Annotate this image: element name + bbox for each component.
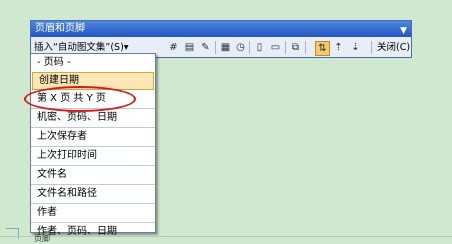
insert-page-number-icon[interactable]: #: [167, 41, 180, 54]
insert-page-count-icon[interactable]: ▤: [183, 41, 196, 54]
toolbar-options-icon[interactable]: ▼: [400, 23, 407, 39]
toolbar-separator: [371, 41, 372, 54]
insert-date-icon[interactable]: ▦: [219, 41, 232, 54]
toolbar-separator: [285, 41, 286, 54]
insert-time-icon[interactable]: ◷: [234, 41, 247, 54]
show-document-text-icon[interactable]: ▭: [269, 41, 282, 54]
footer-boundary-line: [0, 236, 452, 237]
show-previous-icon[interactable]: ⇡: [332, 41, 345, 54]
switch-header-footer-icon[interactable]: ⇅: [315, 41, 330, 56]
show-next-icon[interactable]: ⇣: [349, 41, 362, 54]
format-page-number-icon[interactable]: ✎: [199, 41, 212, 54]
toolbar-titlebar[interactable]: 页眉和页脚 ▼: [31, 21, 411, 37]
page-corner-mark: [6, 228, 19, 239]
menu-item-filename-path[interactable]: 文件名和路径: [31, 185, 155, 204]
toolbar-separator: [215, 41, 216, 54]
same-as-previous-icon[interactable]: ⧉: [289, 41, 302, 54]
menu-item-page-number[interactable]: - 页码 -: [31, 54, 155, 72]
toolbar-separator: [305, 41, 306, 54]
red-annotation-ellipse: [24, 86, 136, 112]
page-setup-icon[interactable]: ▯: [253, 41, 266, 54]
footer-label: 页脚: [34, 234, 50, 243]
menu-item-last-printed[interactable]: 上次打印时间: [31, 147, 155, 166]
autotext-dropdown-menu: - 页码 - 创建日期 第 X 页 共 Y 页 机密、页码、日期 上次保存者 上…: [30, 53, 156, 237]
menu-item-filename[interactable]: 文件名: [31, 166, 155, 185]
close-button[interactable]: 关闭(C): [377, 40, 410, 55]
menu-item-confidential-page-date[interactable]: 机密、页码、日期: [31, 109, 155, 128]
toolbar-title: 页眉和页脚: [35, 23, 85, 34]
menu-item-last-saved-by[interactable]: 上次保存者: [31, 128, 155, 147]
menu-item-author[interactable]: 作者: [31, 204, 155, 223]
toolbar-separator: [249, 41, 250, 54]
